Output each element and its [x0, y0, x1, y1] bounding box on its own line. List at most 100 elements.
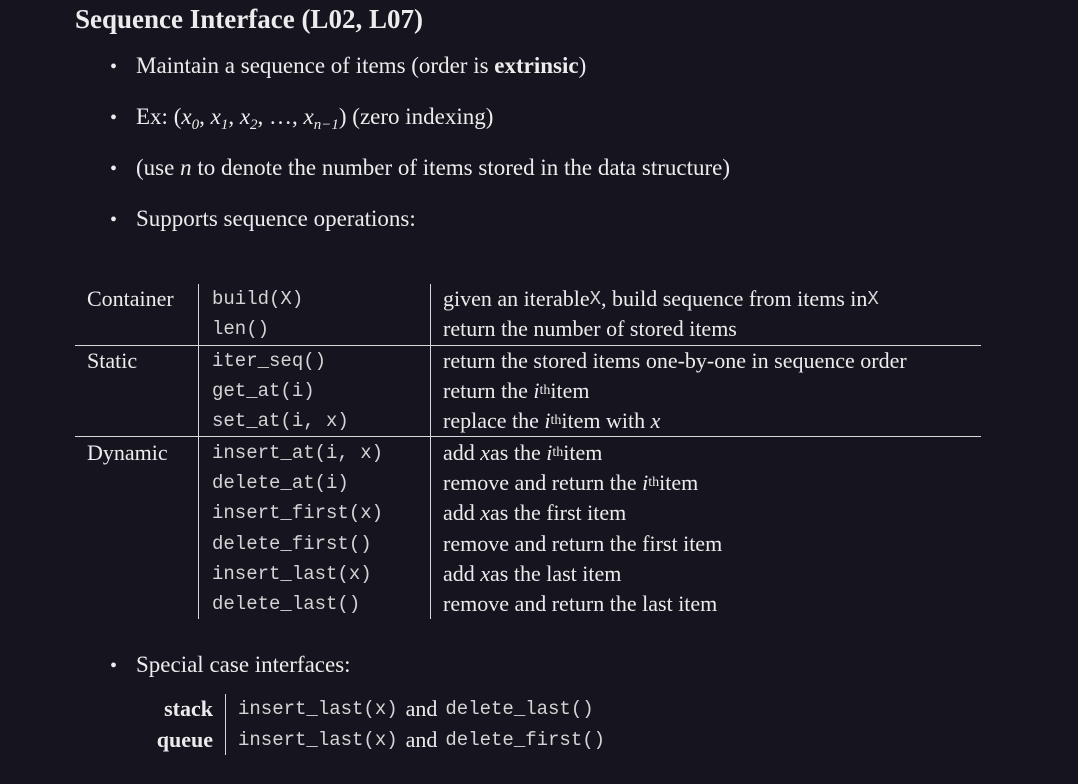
desc-code: X [589, 288, 602, 311]
desc-text: as the last item [490, 560, 622, 586]
function-name: insert_last(x) [238, 728, 398, 751]
superscript: th [550, 413, 562, 429]
function-name: delete_first() [212, 532, 372, 555]
function-description: remove and return the i th item [430, 467, 981, 499]
bullet-text: Special case interfaces: [136, 652, 351, 677]
math-var: x [480, 500, 491, 526]
table-row: set_at(i, x) replace the i th item with x [75, 406, 981, 437]
math-var: x [650, 408, 661, 434]
interface-ops: insert_last(x) and delete_last() [225, 694, 594, 725]
ellipsis: … [269, 104, 293, 129]
bullet-text: Supports sequence operations: [136, 206, 416, 231]
interface-name: stack [164, 696, 213, 722]
desc-text: replace the [443, 408, 539, 434]
table-row: len() return the number of stored items [75, 314, 981, 345]
desc-text: add [443, 500, 475, 526]
function-name: get_at(i) [212, 380, 315, 403]
category-label: Dynamic [87, 439, 168, 465]
special-case-table: stack insert_last(x) and delete_last() que… [140, 694, 605, 755]
category-label: Container [87, 286, 174, 312]
category-label: Static [87, 347, 138, 373]
operations-table: Container build(X) given an iterable X, … [75, 284, 981, 620]
desc-text: item [550, 378, 590, 404]
table-row: Static iter_seq() return the stored item… [75, 345, 981, 376]
bullet-text: to denote the number of items stored in … [191, 155, 731, 180]
table-row-stack: stack insert_last(x) and delete_last() [140, 694, 605, 725]
desc-text: add [443, 439, 475, 465]
table-row: insert_last(x) add x as the last item [75, 558, 981, 589]
math-var: n [180, 155, 192, 180]
function-name: insert_at(i, x) [212, 441, 384, 464]
group-dynamic: Dynamic insert_at(i, x) add x as the i th… [75, 436, 981, 620]
function-name: build(X) [212, 288, 304, 311]
desc-text: given an iterable [443, 286, 590, 312]
function-description: return the i th item [430, 375, 981, 407]
bullet-n: • (use n to denote the number of items st… [110, 150, 730, 201]
function-description: add x as the first item [430, 498, 981, 529]
bullet-text: (use [136, 155, 181, 180]
math-var: x [303, 104, 314, 129]
group-container: Container build(X) given an iterable X, … [75, 284, 981, 345]
table-row: Container build(X) given an iterable X, … [75, 284, 981, 315]
math-var: x [210, 104, 221, 129]
math-tuple: (x0, x1, x2, …, xn−1) [173, 104, 347, 133]
desc-text: item [563, 439, 603, 465]
function-description: add x as the last item [430, 558, 981, 589]
subscript: 1 [220, 117, 229, 133]
interface-name: queue [156, 726, 213, 752]
function-description: replace the i th item with x [430, 406, 981, 437]
bullet-list: • Maintain a sequence of items (order is … [110, 48, 730, 252]
desc-text: , build sequence from items in [601, 286, 868, 312]
bullet-text: ) [578, 53, 587, 78]
bullet-extrinsic: • Maintain a sequence of items (order is … [110, 48, 730, 99]
subscript: 2 [250, 117, 258, 133]
bullet-text: Ex: [136, 104, 174, 129]
superscript: th [648, 474, 660, 490]
math-var: x [181, 104, 192, 129]
function-name: insert_last(x) [238, 698, 398, 721]
function-name: insert_first(x) [212, 502, 384, 525]
function-description: given an iterable X, build sequence from… [430, 284, 981, 315]
subscript: 0 [191, 117, 200, 133]
desc-text: item [659, 469, 699, 495]
function-description: return the number of stored items [430, 314, 981, 345]
desc-text: as the [490, 439, 541, 465]
table-row-queue: queue insert_last(x) and delete_first() [140, 724, 605, 755]
subscript: n−1 [313, 117, 339, 133]
bullet-example: • Ex: (x0, x1, x2, …, xn−1) (zero indexin… [110, 99, 730, 150]
function-name: delete_last() [445, 698, 594, 721]
function-name: delete_at(i) [212, 471, 349, 494]
function-description: return the stored items one-by-one in se… [430, 345, 981, 376]
function-description: remove and return the first item [430, 528, 981, 559]
bullet-dot: • [110, 655, 118, 677]
function-name: insert_last(x) [212, 562, 372, 585]
desc-text: remove and return the [443, 469, 637, 495]
table-row: get_at(i) return the i th item [75, 375, 981, 407]
bullet-dot: • [110, 107, 118, 129]
bullet-supports: • Supports sequence operations: [110, 201, 730, 252]
function-name: iter_seq() [212, 349, 327, 372]
superscript: th [539, 383, 551, 399]
desc-text: as the first item [490, 500, 627, 526]
table-row: delete_first() remove and return the fir… [75, 528, 981, 559]
function-name: set_at(i, x) [212, 410, 349, 433]
math-var: x [480, 560, 491, 586]
math-var: x [480, 439, 491, 465]
function-name: delete_last() [212, 593, 361, 616]
bullet-bold: extrinsic [494, 53, 579, 78]
function-description: remove and return the last item [430, 588, 981, 620]
paren: ) [338, 104, 347, 129]
desc-text: return the stored items one-by-one in se… [443, 347, 907, 373]
desc-text: remove and return the last item [443, 591, 718, 617]
bullet-text: Maintain a sequence of items (order is [136, 53, 495, 78]
function-description: add x as the i th item [430, 437, 981, 468]
desc-code: X [867, 288, 879, 311]
conjunction: and [405, 726, 438, 752]
desc-text: return the [443, 378, 528, 404]
table-row: insert_first(x) add x as the first item [75, 498, 981, 529]
bullet-text: (zero indexing) [346, 104, 494, 129]
section-title: Sequence Interface (L02, L07) [75, 4, 423, 34]
math-var: x [239, 104, 251, 129]
desc-text: add [443, 560, 475, 586]
bullet-dot: • [110, 158, 118, 180]
